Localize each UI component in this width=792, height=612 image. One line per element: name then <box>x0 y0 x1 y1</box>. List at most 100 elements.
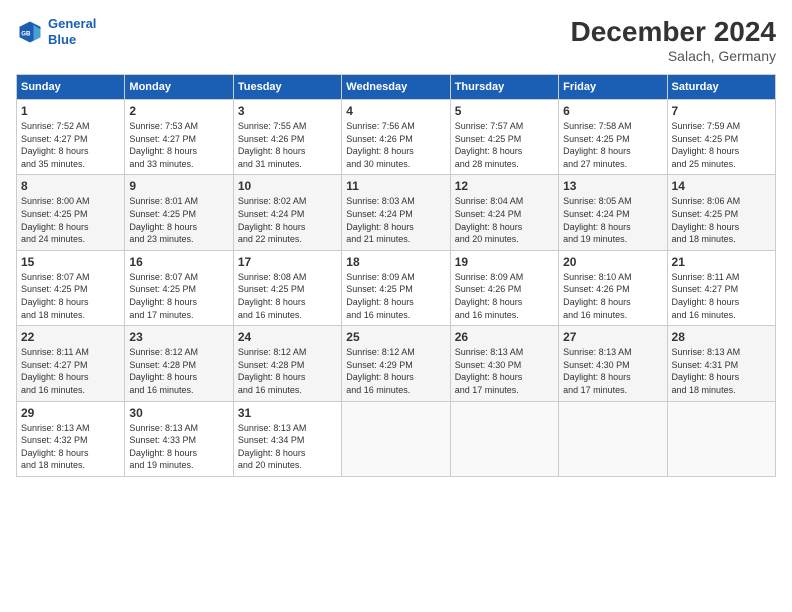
calendar-week-row: 8 Sunrise: 8:00 AM Sunset: 4:25 PM Daylig… <box>17 175 776 250</box>
day-info: Sunrise: 8:11 AM Sunset: 4:27 PM Dayligh… <box>672 271 771 321</box>
day-number: 19 <box>455 255 554 269</box>
table-row: 27 Sunrise: 8:13 AM Sunset: 4:30 PM Dayli… <box>559 326 667 401</box>
table-row: 15Sunrise: 8:07 AM Sunset: 4:25 PM Dayli… <box>17 250 125 325</box>
day-number: 27 <box>563 330 662 344</box>
col-sunday: Sunday <box>17 75 125 100</box>
col-monday: Monday <box>125 75 233 100</box>
day-info: Sunrise: 8:03 AM Sunset: 4:24 PM Dayligh… <box>346 195 445 245</box>
day-number: 23 <box>129 330 228 344</box>
day-info: Sunrise: 8:13 AM Sunset: 4:31 PM Dayligh… <box>672 346 771 396</box>
table-row <box>342 401 450 476</box>
day-number: 7 <box>672 104 771 118</box>
day-info: Sunrise: 7:57 AM Sunset: 4:25 PM Dayligh… <box>455 120 554 170</box>
day-info: Sunrise: 8:07 AM Sunset: 4:25 PM Dayligh… <box>129 271 228 321</box>
logo: GB General Blue <box>16 16 96 47</box>
day-number: 17 <box>238 255 337 269</box>
day-info: Sunrise: 8:13 AM Sunset: 4:33 PM Dayligh… <box>129 422 228 472</box>
day-number: 5 <box>455 104 554 118</box>
day-number: 11 <box>346 179 445 193</box>
table-row: 19 Sunrise: 8:09 AM Sunset: 4:26 PM Dayli… <box>450 250 558 325</box>
day-info: Sunrise: 7:59 AM Sunset: 4:25 PM Dayligh… <box>672 120 771 170</box>
table-row: 23 Sunrise: 8:12 AM Sunset: 4:28 PM Dayli… <box>125 326 233 401</box>
table-row: 22 Sunrise: 8:11 AM Sunset: 4:27 PM Dayli… <box>17 326 125 401</box>
day-info: Sunrise: 8:08 AM Sunset: 4:25 PM Dayligh… <box>238 271 337 321</box>
day-info: Sunrise: 7:56 AM Sunset: 4:26 PM Dayligh… <box>346 120 445 170</box>
location: Salach, Germany <box>571 48 776 64</box>
day-number: 3 <box>238 104 337 118</box>
table-row: 24Sunrise: 8:12 AM Sunset: 4:28 PM Dayli… <box>233 326 341 401</box>
day-info: Sunrise: 8:11 AM Sunset: 4:27 PM Dayligh… <box>21 346 120 396</box>
day-info: Sunrise: 7:53 AM Sunset: 4:27 PM Dayligh… <box>129 120 228 170</box>
table-row <box>450 401 558 476</box>
col-wednesday: Wednesday <box>342 75 450 100</box>
day-info: Sunrise: 8:12 AM Sunset: 4:29 PM Dayligh… <box>346 346 445 396</box>
calendar-week-row: 29Sunrise: 8:13 AM Sunset: 4:32 PM Dayli… <box>17 401 776 476</box>
day-info: Sunrise: 8:13 AM Sunset: 4:34 PM Dayligh… <box>238 422 337 472</box>
logo-icon: GB <box>16 18 44 46</box>
day-number: 8 <box>21 179 120 193</box>
day-info: Sunrise: 8:12 AM Sunset: 4:28 PM Dayligh… <box>129 346 228 396</box>
day-info: Sunrise: 8:09 AM Sunset: 4:25 PM Dayligh… <box>346 271 445 321</box>
logo-text-line1: General <box>48 16 96 32</box>
day-number: 31 <box>238 406 337 420</box>
day-number: 10 <box>238 179 337 193</box>
table-row: 8 Sunrise: 8:00 AM Sunset: 4:25 PM Daylig… <box>17 175 125 250</box>
day-number: 20 <box>563 255 662 269</box>
table-row <box>559 401 667 476</box>
table-row: 12Sunrise: 8:04 AM Sunset: 4:24 PM Dayli… <box>450 175 558 250</box>
table-row: 25 Sunrise: 8:12 AM Sunset: 4:29 PM Dayli… <box>342 326 450 401</box>
day-info: Sunrise: 8:04 AM Sunset: 4:24 PM Dayligh… <box>455 195 554 245</box>
col-saturday: Saturday <box>667 75 775 100</box>
day-number: 21 <box>672 255 771 269</box>
day-number: 18 <box>346 255 445 269</box>
col-tuesday: Tuesday <box>233 75 341 100</box>
svg-text:GB: GB <box>21 30 31 37</box>
table-row: 29Sunrise: 8:13 AM Sunset: 4:32 PM Dayli… <box>17 401 125 476</box>
table-row: 1 Sunrise: 7:52 AM Sunset: 4:27 PM Daylig… <box>17 100 125 175</box>
table-row: 18 Sunrise: 8:09 AM Sunset: 4:25 PM Dayli… <box>342 250 450 325</box>
day-number: 2 <box>129 104 228 118</box>
table-row: 10 Sunrise: 8:02 AM Sunset: 4:24 PM Dayli… <box>233 175 341 250</box>
col-friday: Friday <box>559 75 667 100</box>
table-row <box>667 401 775 476</box>
day-number: 22 <box>21 330 120 344</box>
day-info: Sunrise: 8:13 AM Sunset: 4:30 PM Dayligh… <box>563 346 662 396</box>
page: GB General Blue December 2024 Salach, Ge… <box>0 0 792 612</box>
calendar-table: Sunday Monday Tuesday Wednesday Thursday… <box>16 74 776 477</box>
table-row: 20 Sunrise: 8:10 AM Sunset: 4:26 PM Dayli… <box>559 250 667 325</box>
table-row: 16 Sunrise: 8:07 AM Sunset: 4:25 PM Dayli… <box>125 250 233 325</box>
day-info: Sunrise: 8:13 AM Sunset: 4:32 PM Dayligh… <box>21 422 120 472</box>
day-info: Sunrise: 8:02 AM Sunset: 4:24 PM Dayligh… <box>238 195 337 245</box>
day-info: Sunrise: 8:10 AM Sunset: 4:26 PM Dayligh… <box>563 271 662 321</box>
day-info: Sunrise: 8:13 AM Sunset: 4:30 PM Dayligh… <box>455 346 554 396</box>
table-row: 4 Sunrise: 7:56 AM Sunset: 4:26 PM Daylig… <box>342 100 450 175</box>
day-number: 30 <box>129 406 228 420</box>
day-info: Sunrise: 8:09 AM Sunset: 4:26 PM Dayligh… <box>455 271 554 321</box>
month-title: December 2024 <box>571 16 776 48</box>
day-info: Sunrise: 8:06 AM Sunset: 4:25 PM Dayligh… <box>672 195 771 245</box>
table-row: 11 Sunrise: 8:03 AM Sunset: 4:24 PM Dayli… <box>342 175 450 250</box>
day-info: Sunrise: 8:12 AM Sunset: 4:28 PM Dayligh… <box>238 346 337 396</box>
day-number: 16 <box>129 255 228 269</box>
day-number: 9 <box>129 179 228 193</box>
table-row: 9 Sunrise: 8:01 AM Sunset: 4:25 PM Daylig… <box>125 175 233 250</box>
table-row: 31 Sunrise: 8:13 AM Sunset: 4:34 PM Dayli… <box>233 401 341 476</box>
day-number: 1 <box>21 104 120 118</box>
calendar-week-row: 15Sunrise: 8:07 AM Sunset: 4:25 PM Dayli… <box>17 250 776 325</box>
day-number: 25 <box>346 330 445 344</box>
day-info: Sunrise: 7:52 AM Sunset: 4:27 PM Dayligh… <box>21 120 120 170</box>
day-info: Sunrise: 8:01 AM Sunset: 4:25 PM Dayligh… <box>129 195 228 245</box>
table-row: 7 Sunrise: 7:59 AM Sunset: 4:25 PM Daylig… <box>667 100 775 175</box>
table-row: 13Sunrise: 8:05 AM Sunset: 4:24 PM Dayli… <box>559 175 667 250</box>
table-row: 6Sunrise: 7:58 AM Sunset: 4:25 PM Daylig… <box>559 100 667 175</box>
day-info: Sunrise: 8:00 AM Sunset: 4:25 PM Dayligh… <box>21 195 120 245</box>
calendar-week-row: 1 Sunrise: 7:52 AM Sunset: 4:27 PM Daylig… <box>17 100 776 175</box>
table-row: 14Sunrise: 8:06 AM Sunset: 4:25 PM Dayli… <box>667 175 775 250</box>
logo-text-line2: Blue <box>48 32 96 48</box>
table-row: 21 Sunrise: 8:11 AM Sunset: 4:27 PM Dayli… <box>667 250 775 325</box>
day-number: 26 <box>455 330 554 344</box>
table-row: 2 Sunrise: 7:53 AM Sunset: 4:27 PM Daylig… <box>125 100 233 175</box>
day-number: 4 <box>346 104 445 118</box>
table-row: 26 Sunrise: 8:13 AM Sunset: 4:30 PM Dayli… <box>450 326 558 401</box>
col-thursday: Thursday <box>450 75 558 100</box>
